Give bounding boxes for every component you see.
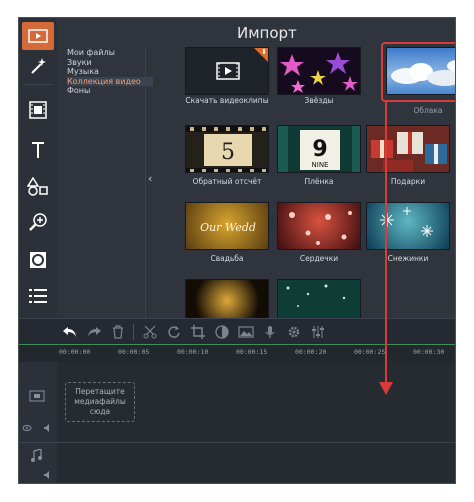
- instruction-arrow: [379, 100, 393, 395]
